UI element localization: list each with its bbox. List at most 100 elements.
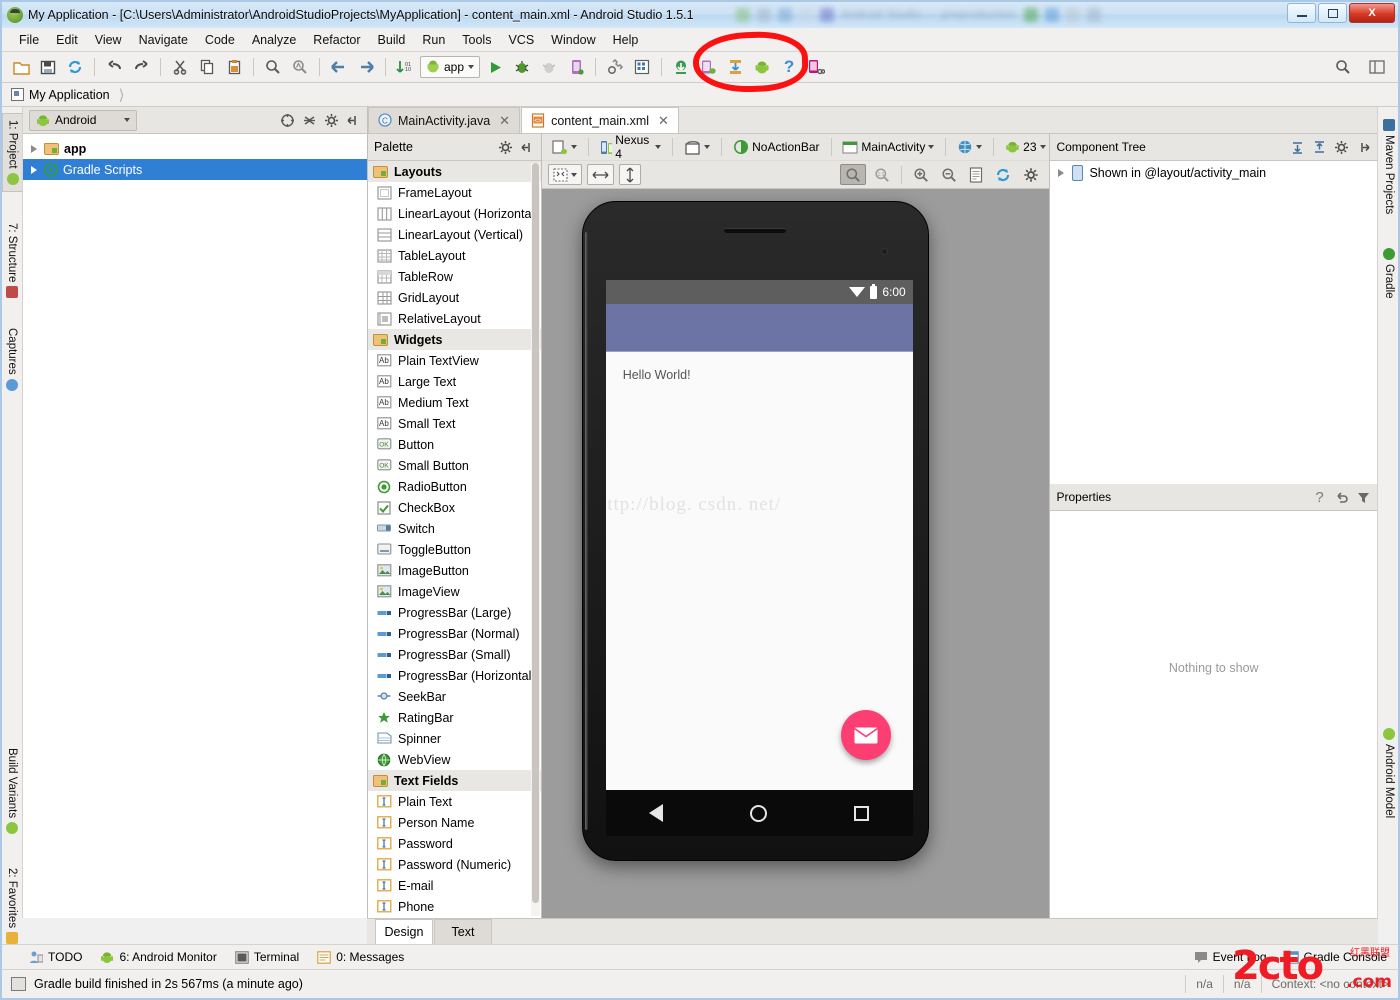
expand-all-icon[interactable] [1290, 140, 1305, 155]
activity-selector-button[interactable]: MainActivity [838, 137, 938, 158]
copy-icon[interactable] [195, 56, 219, 79]
palette-item-password-numeric[interactable]: Password (Numeric) [368, 854, 541, 875]
sidebar-item-build-variants[interactable]: Build Variants [2, 742, 22, 840]
palette-item-framelayout[interactable]: FrameLayout [368, 182, 541, 203]
menu-file[interactable]: File [11, 30, 47, 50]
palette-item-small-button[interactable]: OK Small Button [368, 455, 541, 476]
revert-icon[interactable] [1334, 490, 1349, 505]
refresh-button[interactable] [991, 164, 1015, 185]
menu-help[interactable]: Help [605, 30, 647, 50]
gear-icon[interactable] [1334, 140, 1349, 155]
tab-text[interactable]: Text [434, 919, 492, 944]
palette-item-checkbox[interactable]: CheckBox [368, 497, 541, 518]
compile-icon[interactable]: 01 10 [393, 56, 417, 79]
device-config-button[interactable] [548, 137, 581, 158]
project-view-selector[interactable]: Android [29, 109, 137, 131]
gear-icon[interactable] [324, 113, 339, 128]
floating-action-button[interactable] [840, 710, 891, 760]
palette-item-imageview[interactable]: ImageView [368, 581, 541, 602]
home-icon[interactable] [750, 804, 768, 822]
collapse-all-icon[interactable] [1312, 140, 1327, 155]
menu-tools[interactable]: Tools [454, 30, 499, 50]
palette-item-progressbar-normal[interactable]: ProgressBar (Normal) [368, 623, 541, 644]
filter-icon[interactable] [1356, 490, 1371, 505]
hide-panel-icon[interactable] [520, 140, 535, 155]
menu-build[interactable]: Build [370, 30, 414, 50]
palette-item-togglebutton[interactable]: ToggleButton [368, 539, 541, 560]
palette-item-phone[interactable]: Phone [368, 896, 541, 917]
palette-item-email[interactable]: E-mail [368, 875, 541, 896]
palette-group-text-fields[interactable]: Text Fields [368, 770, 541, 791]
breadcrumb-item-project[interactable]: My Application [29, 88, 110, 102]
search-everywhere-icon[interactable] [1331, 56, 1355, 79]
scrollbar-thumb[interactable] [531, 163, 539, 903]
layout-icon[interactable] [1365, 56, 1389, 79]
tree-item-gradle-scripts[interactable]: Gradle Scripts [23, 159, 367, 180]
menu-navigate[interactable]: Navigate [131, 30, 196, 50]
bottom-item-todo[interactable]: TODO [29, 950, 82, 964]
recents-icon[interactable] [854, 805, 870, 821]
document-button[interactable] [965, 164, 987, 185]
sidebar-item-project[interactable]: 1: Project [2, 113, 22, 192]
navigate-back-icon[interactable] [327, 56, 351, 79]
zoom-to-fit-button[interactable] [840, 164, 867, 185]
tab-content-main-xml[interactable]: <> content_main.xml ✕ [521, 107, 679, 133]
palette-item-webview[interactable]: WebView [368, 749, 541, 770]
palette-item-radiobutton[interactable]: RadioButton [368, 476, 541, 497]
run-configuration-selector[interactable]: app [420, 56, 481, 78]
palette-item-imagebutton[interactable]: ImageButton [368, 560, 541, 581]
sidebar-item-favorites[interactable]: 2: Favorites [2, 862, 22, 950]
menu-run[interactable]: Run [414, 30, 453, 50]
menu-edit[interactable]: Edit [48, 30, 86, 50]
tree-item-app[interactable]: app [23, 138, 367, 159]
palette-item-spinner[interactable]: Spinner [368, 728, 541, 749]
palette-item-button[interactable]: OK Button [368, 434, 541, 455]
palette-group-layouts[interactable]: Layouts [368, 161, 541, 182]
avd-manager-icon[interactable] [630, 56, 654, 79]
orientation-button[interactable] [680, 137, 714, 158]
palette-item-plain-textview[interactable]: Ab Plain TextView [368, 350, 541, 371]
preview-canvas[interactable]: 6:00 Hello World! http://blog. csdn. net… [541, 189, 1050, 918]
avd-icon[interactable] [696, 56, 720, 79]
palette-item-progressbar-small[interactable]: ProgressBar (Small) [368, 644, 541, 665]
width-constraint-button[interactable] [586, 164, 614, 185]
replace-icon[interactable] [288, 56, 312, 79]
tab-main-activity-java[interactable]: C MainActivity.java ✕ [368, 107, 521, 133]
attach-debugger-icon[interactable] [564, 56, 588, 79]
sidebar-item-android-model[interactable]: Android Model [1379, 722, 1399, 824]
palette-item-relativelayout[interactable]: RelativeLayout [368, 308, 541, 329]
hide-panel-icon[interactable] [346, 113, 361, 128]
expand-arrow-icon[interactable] [31, 144, 37, 153]
bottom-item-event-log[interactable]: Event Log [1194, 950, 1267, 964]
gear-icon[interactable] [498, 140, 513, 155]
sync-icon[interactable] [63, 56, 87, 79]
find-icon[interactable] [261, 56, 285, 79]
component-tree-row[interactable]: Shown in @layout/activity_main [1050, 161, 1377, 185]
palette-item-gridlayout[interactable]: GridLayout [368, 287, 541, 308]
cut-icon[interactable] [168, 56, 192, 79]
menu-view[interactable]: View [87, 30, 130, 50]
menu-vcs[interactable]: VCS [500, 30, 542, 50]
sdk-manager-icon[interactable] [603, 56, 627, 79]
expand-arrow-icon[interactable] [31, 165, 37, 174]
target-icon[interactable] [280, 113, 295, 128]
height-constraint-button[interactable] [618, 164, 641, 185]
bottom-item-messages[interactable]: 0: Messages [317, 950, 404, 964]
palette-item-linearlayout-vertical[interactable]: LinearLayout (Vertical) [368, 224, 541, 245]
menu-analyze[interactable]: Analyze [244, 30, 304, 50]
zoom-in-button[interactable] [909, 164, 933, 185]
palette-item-person-name[interactable]: Person Name [368, 812, 541, 833]
help-icon[interactable]: ? [1312, 490, 1327, 505]
device-selector-button[interactable]: Nexus 4 [596, 133, 666, 161]
sidebar-item-captures[interactable]: Captures [2, 322, 22, 397]
tab-design[interactable]: Design [375, 919, 433, 944]
sdk-download-icon[interactable] [723, 56, 747, 79]
gear-icon[interactable] [1019, 164, 1043, 185]
undo-icon[interactable] [102, 56, 126, 79]
hide-panel-icon[interactable] [1356, 140, 1371, 155]
open-folder-icon[interactable] [9, 56, 33, 79]
maximize-button[interactable] [1318, 3, 1347, 23]
save-all-icon[interactable] [36, 56, 60, 79]
palette-item-progressbar-horizontal[interactable]: ProgressBar (Horizontal) [368, 665, 541, 686]
zoom-out-button[interactable] [937, 164, 961, 185]
